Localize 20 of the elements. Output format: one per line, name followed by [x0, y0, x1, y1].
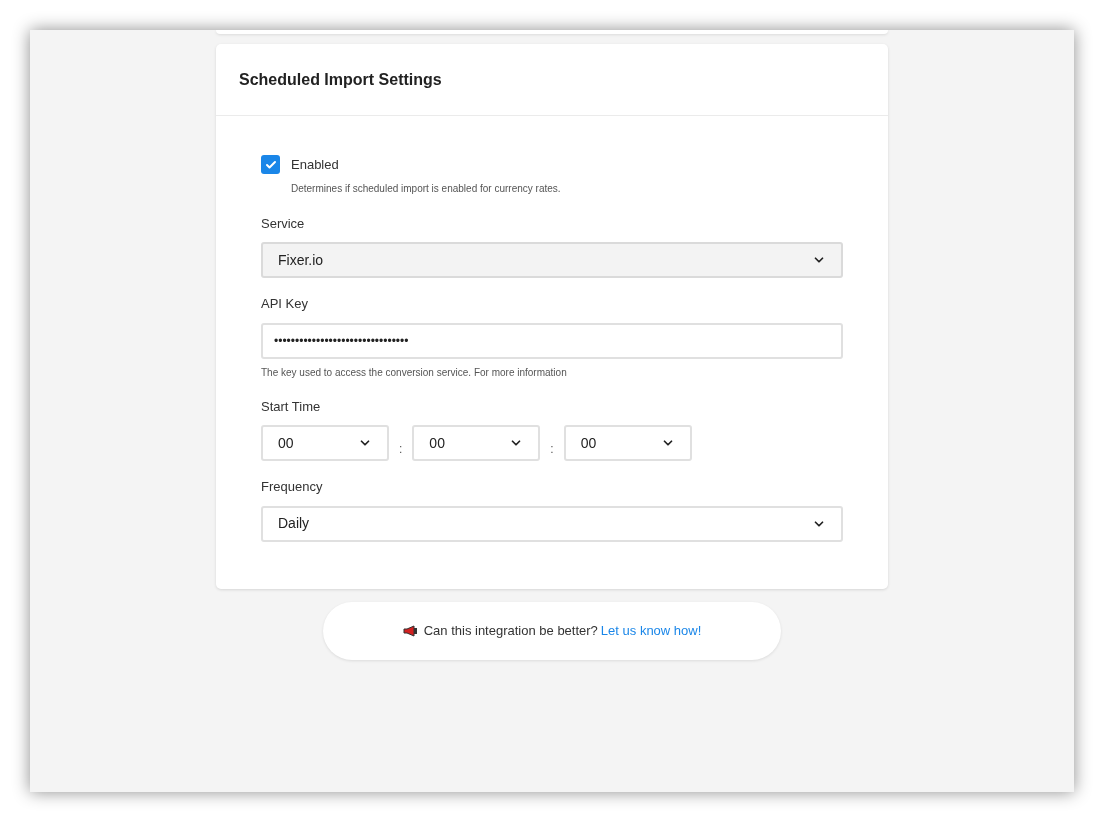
- api-key-field[interactable]: ••••••••••••••••••••••••••••••••: [261, 322, 843, 359]
- time-select[interactable]: 00: [563, 425, 692, 461]
- feedback-link[interactable]: Let us know how!: [600, 620, 702, 641]
- megaphone-icon: [402, 624, 418, 637]
- help-text: The key used to access the conversion service. For more information: [261, 365, 568, 380]
- card-title: Scheduled Import Settings: [239, 69, 442, 90]
- time-separator: :: [550, 441, 554, 458]
- time-select[interactable]: 00: [261, 425, 389, 461]
- frequency-select[interactable]: Daily: [261, 505, 843, 542]
- checkbox[interactable]: [261, 155, 280, 175]
- check-icon: [264, 158, 277, 171]
- time-separator: :: [399, 441, 403, 458]
- feedback-text: Can this integration be better?: [423, 621, 598, 640]
- time-select[interactable]: 00: [412, 425, 541, 461]
- field-label: Start Time: [261, 397, 322, 416]
- field-label: API Key: [261, 295, 309, 313]
- field-label: Frequency: [261, 478, 324, 496]
- help-text: Determines if scheduled import is enabled for currency rates.: [291, 181, 562, 196]
- checkbox-label: Enabled: [291, 156, 339, 174]
- field-label: Service: [261, 214, 306, 233]
